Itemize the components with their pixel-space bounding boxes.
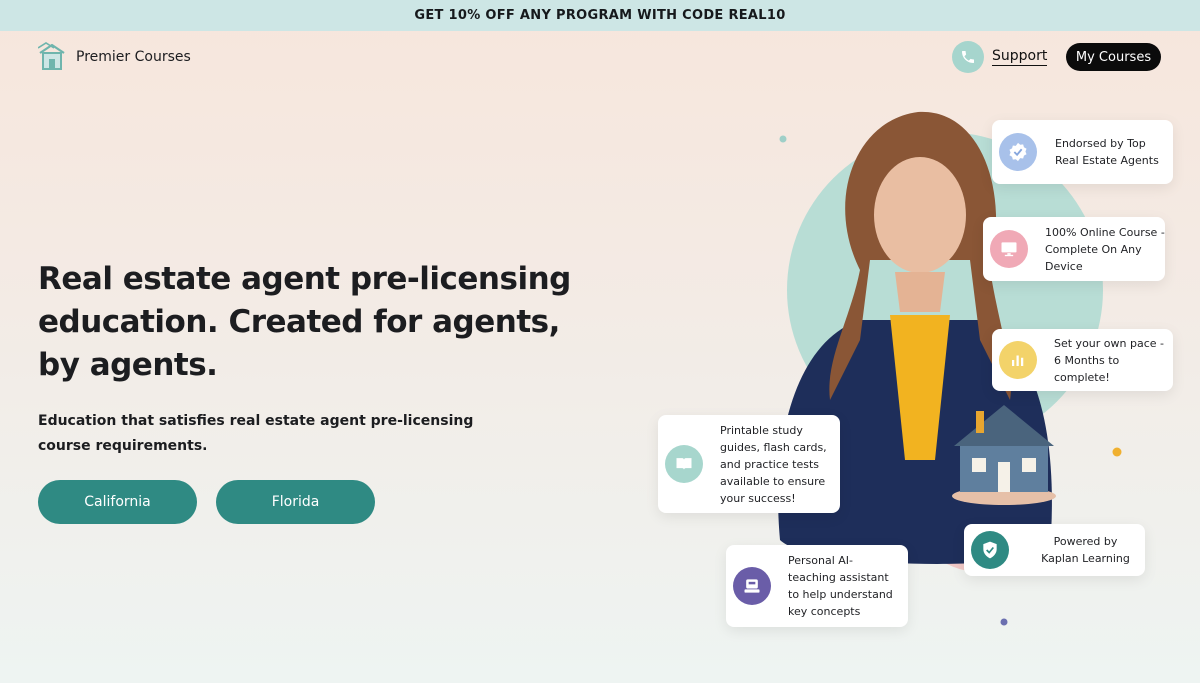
california-button[interactable]: California	[38, 480, 197, 524]
bar-chart-icon	[999, 341, 1037, 379]
hero-headline: Real estate agent pre-licensing educatio…	[38, 261, 571, 383]
purple-dot	[1000, 618, 1008, 626]
brand-logo[interactable]: Premier Courses	[38, 42, 191, 72]
feature-card-study-guides: Printable study guides, flash cards, and…	[658, 415, 840, 513]
orange-dot	[1112, 447, 1122, 457]
feature-card-kaplan: Powered by Kaplan Learning	[964, 524, 1145, 576]
feature-card-pace: Set your own pace - 6 Months to complete…	[992, 329, 1173, 391]
feature-card-online: 100% Online Course - Complete On Any Dev…	[983, 217, 1165, 281]
feature-text: Endorsed by Top Real Estate Agents	[1055, 137, 1159, 167]
verified-badge-icon	[999, 133, 1037, 171]
feature-text: Personal AI-teaching assistant to help u…	[788, 554, 893, 618]
house-logo-icon	[38, 42, 65, 70]
shield-check-icon	[971, 531, 1009, 569]
feature-text: Set your own pace - 6 Months to complete…	[1054, 336, 1164, 384]
hero-subheadline: Education that satisfies real estate age…	[38, 413, 474, 454]
book-icon	[665, 445, 703, 483]
promo-text: GET 10% OFF ANY PROGRAM WITH CODE REAL10	[414, 8, 786, 23]
my-courses-button[interactable]: My Courses	[1066, 43, 1161, 71]
feature-card-endorsed: Endorsed by Top Real Estate Agents	[992, 120, 1173, 184]
florida-button[interactable]: Florida	[216, 480, 375, 524]
phone-icon	[952, 41, 984, 73]
ai-assistant-icon	[733, 567, 771, 605]
promo-bar: GET 10% OFF ANY PROGRAM WITH CODE REAL10	[0, 0, 1200, 31]
feature-text: Powered by Kaplan Learning	[1041, 535, 1130, 565]
support-link[interactable]: Support	[952, 41, 1048, 73]
support-label: Support	[992, 48, 1048, 66]
teal-dot	[779, 135, 787, 143]
feature-text: 100% Online Course - Complete On Any Dev…	[1045, 225, 1165, 273]
monitor-icon	[990, 230, 1028, 268]
feature-card-ai: Personal AI-teaching assistant to help u…	[726, 545, 908, 627]
feature-text: Printable study guides, flash cards, and…	[720, 423, 827, 505]
brand-name: Premier Courses	[76, 49, 191, 65]
